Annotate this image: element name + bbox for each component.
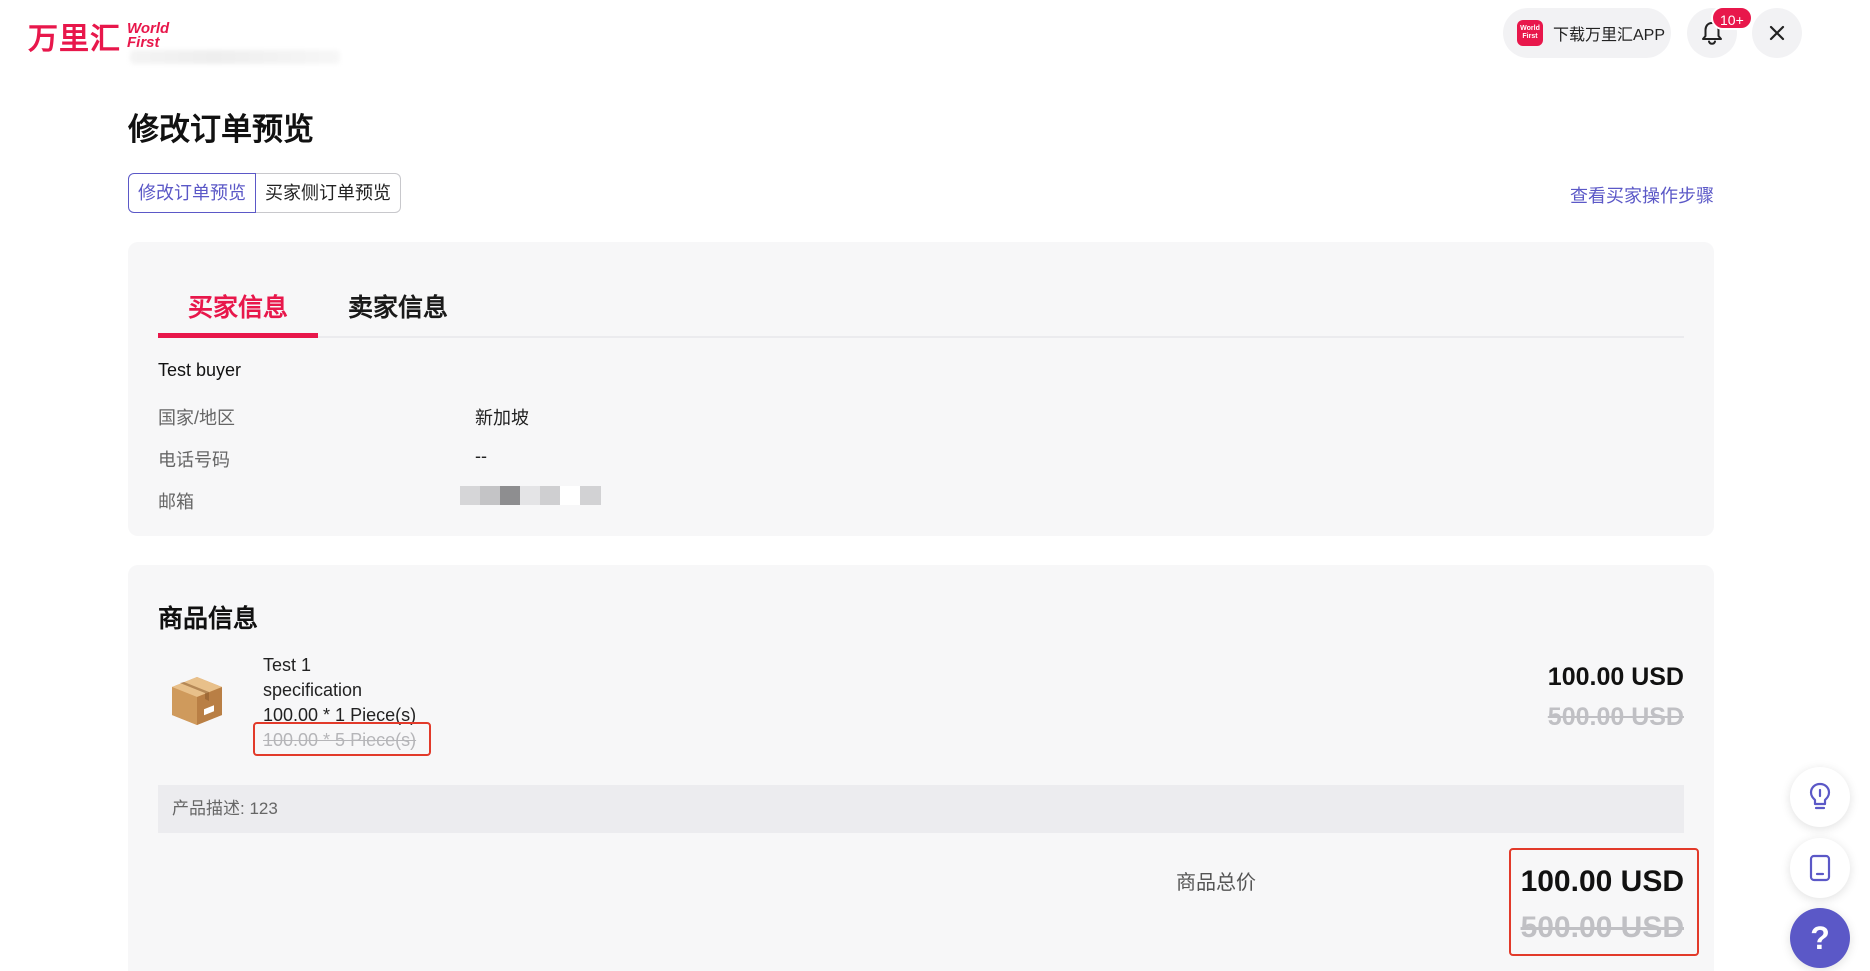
total-label: 商品总价 bbox=[1176, 872, 1256, 894]
logo-english: World First bbox=[127, 21, 169, 51]
tab-seller-info[interactable]: 卖家信息 bbox=[348, 288, 448, 324]
product-name: Test 1 bbox=[263, 655, 312, 675]
segment-edit-order-preview[interactable]: 修改订单预览 bbox=[128, 173, 256, 213]
tab-buyer-info[interactable]: 买家信息 bbox=[188, 288, 288, 324]
buyer-info-card: 买家信息 卖家信息 Test buyer 国家/地区 新加坡 电话号码 -- 邮… bbox=[128, 242, 1714, 536]
package-box-icon bbox=[170, 675, 224, 732]
product-description: 产品描述: 123 bbox=[158, 785, 1684, 833]
product-info-card: 商品信息 Test 1 specification 100.00 * 1 Pie… bbox=[128, 565, 1714, 971]
close-button[interactable] bbox=[1752, 8, 1802, 58]
logo-chinese: 万里汇 bbox=[28, 23, 121, 56]
download-app-label: 下载万里汇APP bbox=[1553, 27, 1666, 44]
product-price: 100.00 USD bbox=[1547, 663, 1684, 691]
highlight-old-quantity bbox=[253, 722, 431, 756]
product-specification: specification bbox=[263, 680, 363, 700]
email-label: 邮箱 bbox=[158, 492, 194, 512]
logo-en-line2: First bbox=[127, 34, 160, 51]
product-section-title: 商品信息 bbox=[158, 605, 259, 633]
highlight-total-price bbox=[1509, 848, 1699, 956]
lightbulb-icon bbox=[1809, 782, 1831, 810]
buyer-name: Test buyer bbox=[158, 360, 242, 380]
close-icon bbox=[1769, 25, 1785, 41]
tips-button[interactable] bbox=[1790, 767, 1850, 827]
notification-badge: 10+ bbox=[1711, 6, 1753, 30]
country-value: 新加坡 bbox=[475, 408, 529, 428]
product-price-old: 500.00 USD bbox=[1547, 703, 1684, 731]
email-value-redacted bbox=[460, 486, 601, 505]
country-label: 国家/地区 bbox=[158, 408, 236, 428]
tablet-icon bbox=[1809, 854, 1831, 882]
phone-label: 电话号码 bbox=[158, 450, 230, 470]
info-tabs: 买家信息 卖家信息 bbox=[158, 242, 1684, 338]
page-title: 修改订单预览 bbox=[128, 112, 314, 147]
active-tab-indicator bbox=[158, 333, 318, 338]
segment-buyer-order-preview[interactable]: 买家侧订单预览 bbox=[256, 173, 401, 213]
preview-segment-control: 修改订单预览 买家侧订单预览 bbox=[128, 173, 401, 213]
question-mark-icon: ? bbox=[1810, 919, 1830, 956]
view-buyer-steps-link[interactable]: 查看买家操作步骤 bbox=[1570, 182, 1714, 208]
blurred-breadcrumb bbox=[130, 50, 340, 64]
download-app-button[interactable]: World First 下载万里汇APP bbox=[1503, 8, 1671, 58]
calculator-button[interactable] bbox=[1790, 838, 1850, 898]
phone-value: -- bbox=[475, 446, 487, 466]
worldfirst-app-icon: World First bbox=[1517, 20, 1543, 46]
help-button[interactable]: ? bbox=[1790, 908, 1850, 968]
